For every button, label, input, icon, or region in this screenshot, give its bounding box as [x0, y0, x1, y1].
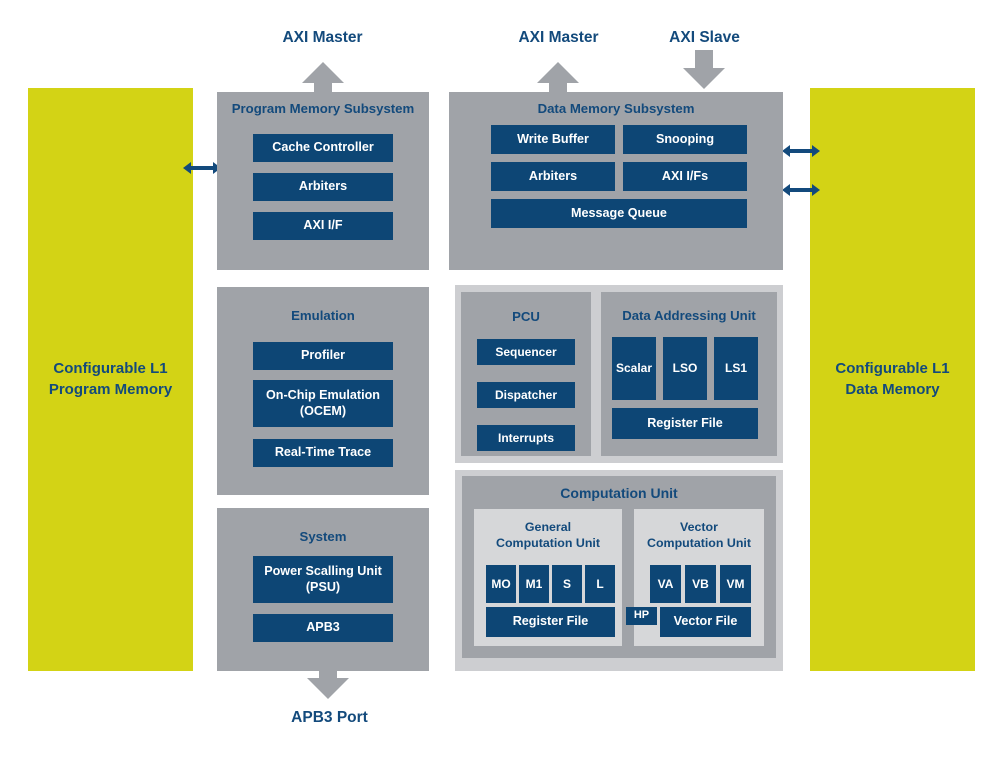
block-snooping: Snooping [623, 125, 747, 154]
pcu-panel: PCU Sequencer Dispatcher Interrupts [461, 292, 591, 456]
block-vcu-vector-file: Vector File [660, 607, 751, 637]
vcu-title-line2: Computation Unit [647, 535, 751, 550]
port-label-apb3-port: APB3 Port [291, 709, 368, 726]
block-apb3: APB3 [253, 614, 393, 642]
psu-line1: Power Scalling Unit [264, 564, 382, 579]
block-vcu-va: VA [650, 565, 681, 603]
block-ocem: On-Chip Emulation (OCEM) [253, 380, 393, 427]
block-message-queue: Message Queue [491, 199, 747, 228]
data-addressing-unit-title: Data Addressing Unit [622, 308, 756, 323]
block-gcu-m1: M1 [519, 565, 549, 603]
block-data-axi-ifs: AXI I/Fs [623, 162, 747, 191]
l1-program-memory-line1: Configurable L1 [53, 360, 168, 378]
block-gcu-m0: MO [486, 565, 516, 603]
block-write-buffer: Write Buffer [491, 125, 615, 154]
l1-data-memory-line1: Configurable L1 [835, 360, 950, 378]
ocem-line2: (OCEM) [299, 403, 347, 418]
general-computation-unit-panel: General Computation Unit MO M1 S L Regis… [474, 509, 622, 646]
block-real-time-trace: Real-Time Trace [253, 439, 393, 467]
computation-unit-panel: Computation Unit General Computation Uni… [462, 476, 776, 658]
ocem-line1: On-Chip Emulation [265, 388, 381, 403]
arrow-program-axi-master-up [302, 62, 344, 98]
control-addressing-wrapper: PCU Sequencer Dispatcher Interrupts Data… [455, 285, 783, 463]
port-label-program-axi-master: AXI Master [282, 29, 363, 46]
gcu-title-line1: General [524, 520, 572, 534]
block-vcu-vm: VM [720, 565, 751, 603]
vector-computation-unit-panel: Vector Computation Unit VA VB VM HP Vect… [626, 509, 764, 646]
block-vcu-hp: HP [626, 607, 657, 625]
block-program-arbiters: Arbiters [253, 173, 393, 201]
computation-unit-title: Computation Unit [560, 485, 678, 501]
emulation-panel: Emulation Profiler On-Chip Emulation (OC… [217, 287, 429, 495]
block-dispatcher: Dispatcher [477, 382, 575, 408]
data-addressing-unit-panel: Data Addressing Unit Scalar LSO LS1 Regi… [601, 292, 777, 456]
block-vcu-vb: VB [685, 565, 716, 603]
connector-program-memory [183, 160, 221, 176]
block-interrupts: Interrupts [477, 425, 575, 451]
block-gcu-register-file: Register File [486, 607, 615, 637]
vcu-title-line1: Vector [680, 520, 718, 534]
psu-line2: (PSU) [305, 579, 341, 594]
block-sequencer: Sequencer [477, 339, 575, 365]
block-dau-scalar: Scalar [612, 337, 656, 400]
emulation-title: Emulation [291, 308, 355, 323]
general-computation-unit-title: General Computation Unit [474, 520, 622, 551]
program-memory-subsystem-title: Program Memory Subsystem [231, 101, 415, 116]
block-data-arbiters: Arbiters [491, 162, 615, 191]
gcu-title-line2: Computation Unit [496, 535, 600, 550]
port-label-data-axi-slave: AXI Slave [669, 29, 740, 46]
program-memory-subsystem-panel: Program Memory Subsystem Cache Controlle… [217, 92, 429, 270]
block-program-axi-if: AXI I/F [253, 212, 393, 240]
pcu-title: PCU [512, 309, 540, 324]
block-diagram-canvas: AXI Master AXI Master AXI Slave APB3 Por… [0, 0, 1000, 759]
configurable-l1-data-memory: Configurable L1 Data Memory [810, 88, 975, 671]
configurable-l1-program-memory: Configurable L1 Program Memory [28, 88, 193, 671]
vector-computation-unit-title: Vector Computation Unit [634, 520, 764, 551]
block-power-scaling-unit: Power Scalling Unit (PSU) [253, 556, 393, 603]
system-title: System [299, 529, 347, 544]
block-dau-ls1: LS1 [714, 337, 758, 400]
block-gcu-l: L [585, 565, 615, 603]
connector-data-memory-1 [782, 143, 820, 159]
port-label-data-axi-master: AXI Master [518, 29, 599, 46]
block-cache-controller: Cache Controller [253, 134, 393, 162]
block-dau-register-file: Register File [612, 408, 758, 439]
data-memory-subsystem-panel: Data Memory Subsystem Write Buffer Snoop… [449, 92, 783, 270]
system-panel: System Power Scalling Unit (PSU) APB3 [217, 508, 429, 671]
arrow-data-axi-slave-down [683, 50, 725, 92]
block-gcu-s: S [552, 565, 582, 603]
data-memory-subsystem-title: Data Memory Subsystem [537, 101, 695, 116]
connector-data-memory-2 [782, 182, 820, 198]
l1-program-memory-line2: Program Memory [48, 380, 173, 398]
block-dau-lso: LSO [663, 337, 707, 400]
l1-data-memory-line2: Data Memory [845, 380, 940, 398]
computation-unit-wrapper: Computation Unit General Computation Uni… [455, 470, 783, 671]
arrow-data-axi-master-up [537, 62, 579, 98]
block-profiler: Profiler [253, 342, 393, 370]
